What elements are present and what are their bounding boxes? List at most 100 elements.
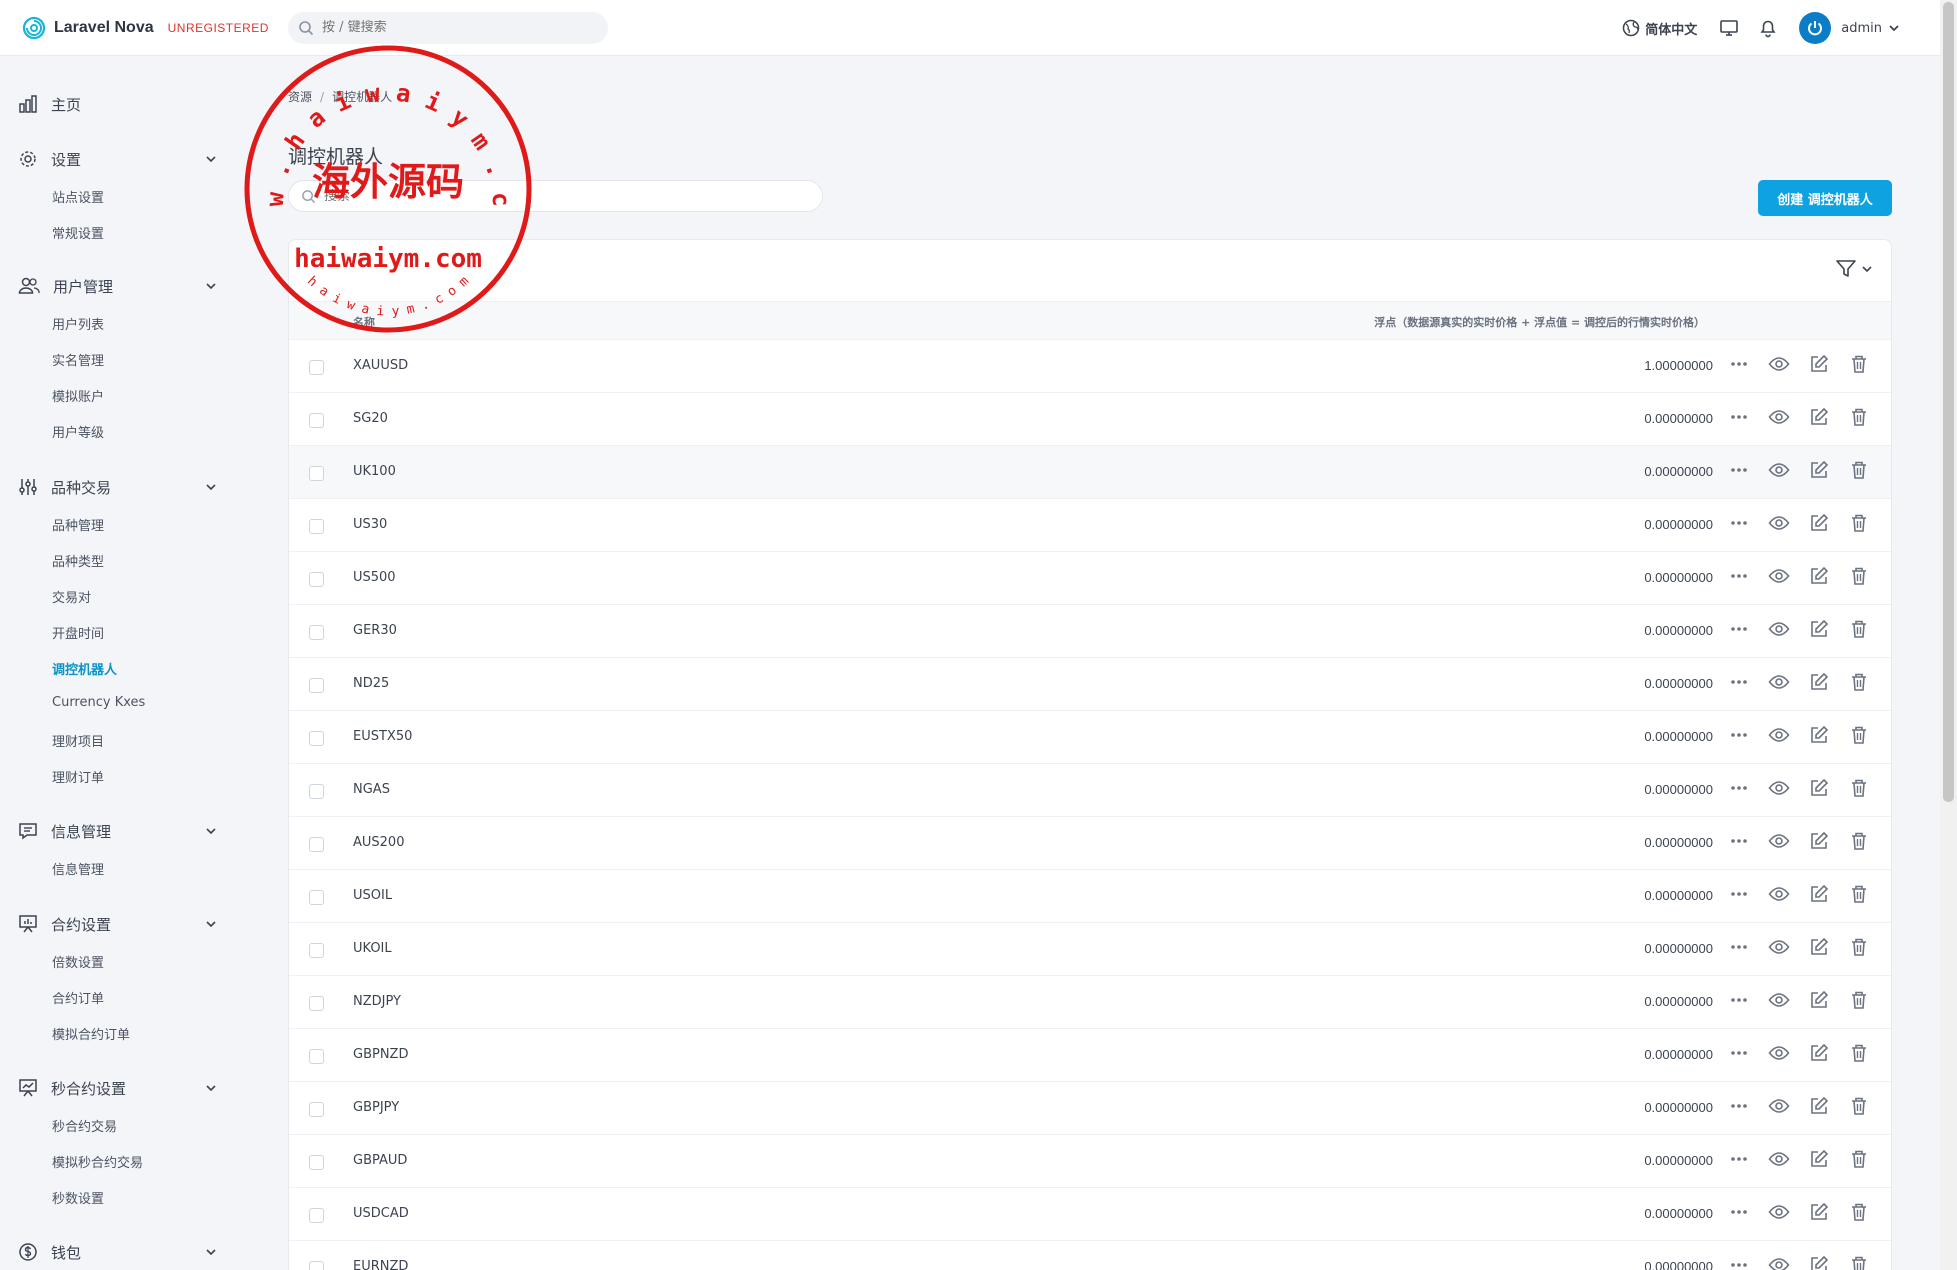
sidebar-section-second-contracts[interactable]: 秒合约设置 (18, 1075, 223, 1101)
table-row[interactable]: USOIL 0.00000000 (289, 870, 1891, 923)
view-eye-icon[interactable] (1759, 409, 1799, 425)
sidebar-item-wealth-orders[interactable]: 理财订单 (52, 767, 104, 786)
view-eye-icon[interactable] (1759, 886, 1799, 902)
edit-icon[interactable] (1799, 778, 1839, 798)
trash-icon[interactable] (1839, 831, 1879, 851)
table-row[interactable]: AUS200 0.00000000 (289, 817, 1891, 870)
more-actions-icon[interactable] (1719, 414, 1759, 420)
row-checkbox[interactable] (309, 1049, 324, 1064)
trash-icon[interactable] (1839, 460, 1879, 480)
view-eye-icon[interactable] (1759, 939, 1799, 955)
row-checkbox[interactable] (309, 466, 324, 481)
more-actions-icon[interactable] (1719, 1262, 1759, 1268)
trash-icon[interactable] (1839, 513, 1879, 533)
more-actions-icon[interactable] (1719, 997, 1759, 1003)
edit-icon[interactable] (1799, 937, 1839, 957)
column-header-name[interactable]: 名称 (353, 314, 375, 330)
table-row[interactable]: US30 0.00000000 (289, 499, 1891, 552)
view-eye-icon[interactable] (1759, 621, 1799, 637)
row-checkbox[interactable] (309, 784, 324, 799)
edit-icon[interactable] (1799, 672, 1839, 692)
row-checkbox[interactable] (309, 625, 324, 640)
resource-search-input[interactable] (324, 188, 784, 204)
sidebar-section-trading[interactable]: 品种交易 (18, 474, 223, 500)
row-checkbox[interactable] (309, 519, 324, 534)
table-row[interactable]: EUSTX50 0.00000000 (289, 711, 1891, 764)
edit-icon[interactable] (1799, 1255, 1839, 1270)
table-row[interactable]: XAUUSD 1.00000000 (289, 340, 1891, 393)
trash-icon[interactable] (1839, 354, 1879, 374)
trash-icon[interactable] (1839, 566, 1879, 586)
trash-icon[interactable] (1839, 1149, 1879, 1169)
table-row[interactable]: US500 0.00000000 (289, 552, 1891, 605)
sidebar-item-second-trades[interactable]: 秒合约交易 (52, 1116, 117, 1135)
row-checkbox[interactable] (309, 360, 324, 375)
row-checkbox[interactable] (309, 678, 324, 693)
page-scrollbar[interactable] (1940, 0, 1957, 1270)
edit-icon[interactable] (1799, 831, 1839, 851)
row-checkbox[interactable] (309, 572, 324, 587)
edit-icon[interactable] (1799, 1096, 1839, 1116)
desktop-icon[interactable] (1719, 19, 1739, 37)
view-eye-icon[interactable] (1759, 462, 1799, 478)
language-switcher[interactable]: 简体中文 (1622, 19, 1697, 38)
sidebar-item-pairs[interactable]: 交易对 (52, 587, 91, 606)
sidebar-item-currency-kxes[interactable]: Currency Kxes (52, 695, 145, 713)
column-header-float[interactable]: 浮点（数据源真实的实时价格 + 浮点值 = 调控后的行情实时价格） (1374, 314, 1705, 330)
view-eye-icon[interactable] (1759, 568, 1799, 584)
row-checkbox[interactable] (309, 731, 324, 746)
trash-icon[interactable] (1839, 990, 1879, 1010)
sidebar-item-user-list[interactable]: 用户列表 (52, 314, 104, 333)
more-actions-icon[interactable] (1719, 1209, 1759, 1215)
view-eye-icon[interactable] (1759, 780, 1799, 796)
trash-icon[interactable] (1839, 884, 1879, 904)
sidebar-section-messages[interactable]: 信息管理 (18, 818, 223, 844)
edit-icon[interactable] (1799, 354, 1839, 374)
more-actions-icon[interactable] (1719, 573, 1759, 579)
bell-icon[interactable] (1759, 18, 1777, 38)
sidebar-item-user-levels[interactable]: 用户等级 (52, 422, 104, 441)
trash-icon[interactable] (1839, 1043, 1879, 1063)
edit-icon[interactable] (1799, 407, 1839, 427)
trash-icon[interactable] (1839, 619, 1879, 639)
sidebar-item-multiplier[interactable]: 倍数设置 (52, 952, 104, 971)
resource-search[interactable] (288, 180, 823, 212)
trash-icon[interactable] (1839, 672, 1879, 692)
edit-icon[interactable] (1799, 990, 1839, 1010)
table-row[interactable]: UK100 0.00000000 (289, 446, 1891, 499)
row-checkbox[interactable] (309, 1155, 324, 1170)
table-row[interactable]: NZDJPY 0.00000000 (289, 976, 1891, 1029)
more-actions-icon[interactable] (1719, 1156, 1759, 1162)
scrollbar-thumb[interactable] (1943, 2, 1954, 802)
more-actions-icon[interactable] (1719, 626, 1759, 632)
sidebar-item-demo-second-trades[interactable]: 模拟秒合约交易 (52, 1152, 143, 1171)
view-eye-icon[interactable] (1759, 727, 1799, 743)
sidebar-item-general-settings[interactable]: 常规设置 (52, 223, 104, 242)
sidebar-section-settings[interactable]: 设置 (18, 146, 223, 172)
more-actions-icon[interactable] (1719, 944, 1759, 950)
edit-icon[interactable] (1799, 884, 1839, 904)
table-row[interactable]: NGAS 0.00000000 (289, 764, 1891, 817)
table-row[interactable]: EURNZD 0.00000000 (289, 1241, 1891, 1270)
sidebar-item-site-settings[interactable]: 站点设置 (52, 187, 104, 206)
more-actions-icon[interactable] (1719, 838, 1759, 844)
sidebar-item-wealth-projects[interactable]: 理财项目 (52, 731, 104, 750)
more-actions-icon[interactable] (1719, 679, 1759, 685)
create-control-bot-button[interactable]: 创建 调控机器人 (1758, 180, 1892, 216)
sidebar-item-home[interactable]: 主页 (18, 91, 223, 117)
table-row[interactable]: ND25 0.00000000 (289, 658, 1891, 711)
table-row[interactable]: USDCAD 0.00000000 (289, 1188, 1891, 1241)
table-row[interactable]: GBPAUD 0.00000000 (289, 1135, 1891, 1188)
edit-icon[interactable] (1799, 566, 1839, 586)
edit-icon[interactable] (1799, 1202, 1839, 1222)
more-actions-icon[interactable] (1719, 785, 1759, 791)
brand[interactable]: Laravel Nova UNREGISTERED (22, 16, 288, 40)
trash-icon[interactable] (1839, 407, 1879, 427)
table-row[interactable]: GBPNZD 0.00000000 (289, 1029, 1891, 1082)
more-actions-icon[interactable] (1719, 891, 1759, 897)
row-checkbox[interactable] (309, 1208, 324, 1223)
trash-icon[interactable] (1839, 1096, 1879, 1116)
table-row[interactable]: GBPJPY 0.00000000 (289, 1082, 1891, 1135)
edit-icon[interactable] (1799, 1149, 1839, 1169)
table-row[interactable]: UKOIL 0.00000000 (289, 923, 1891, 976)
